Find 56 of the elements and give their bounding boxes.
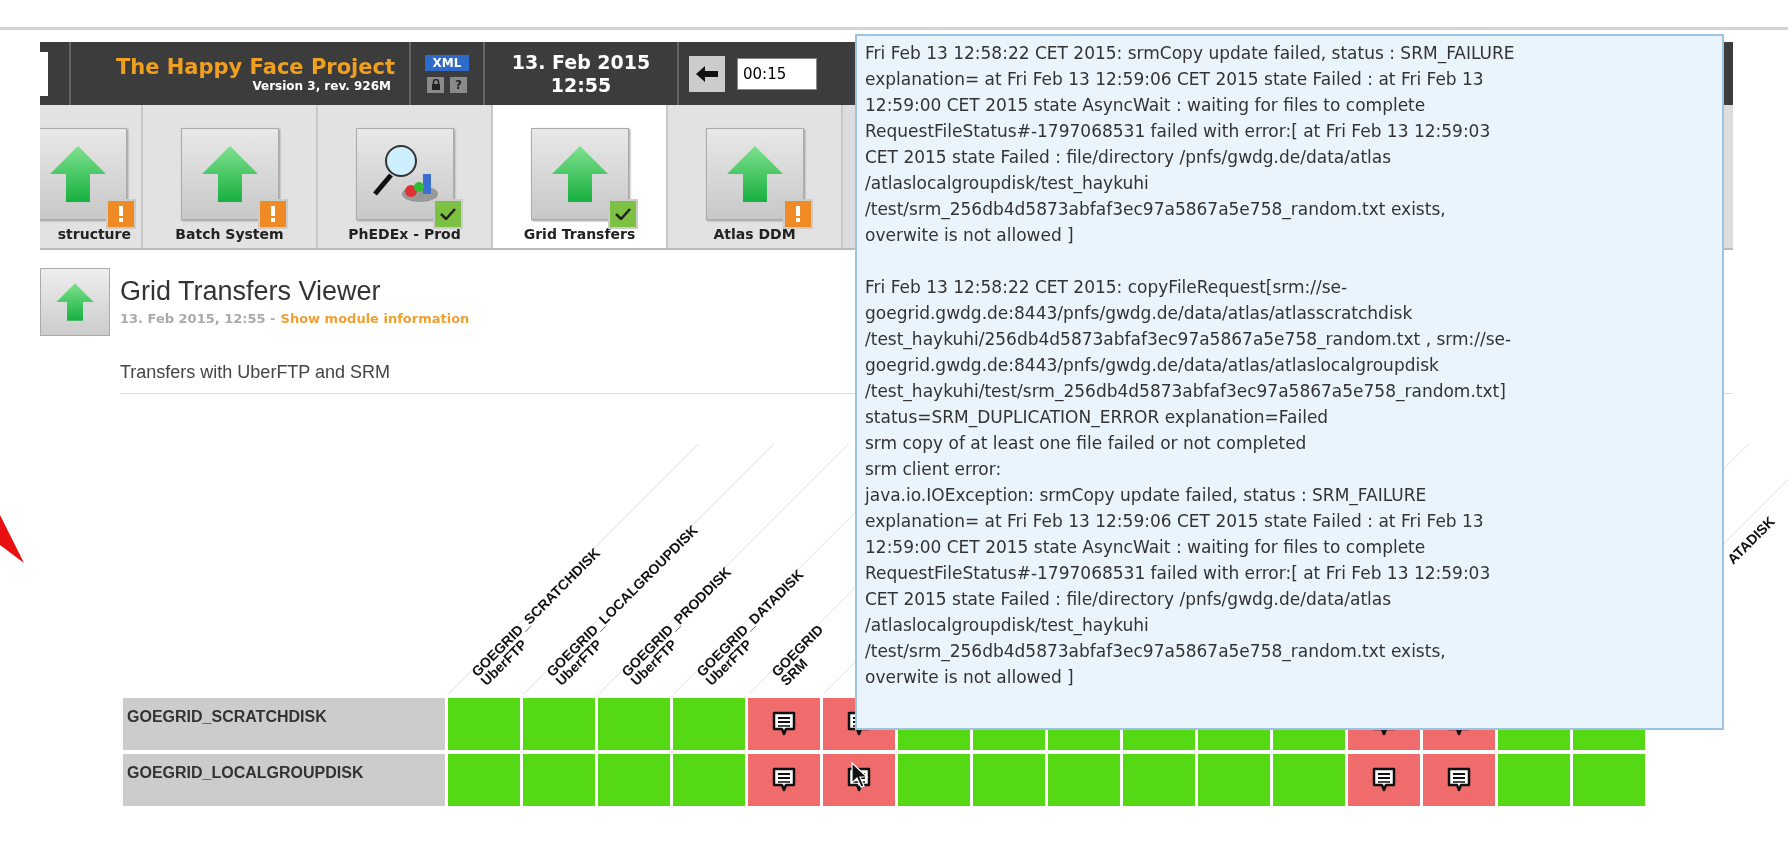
status-cell[interactable] [748,754,820,806]
status-cell[interactable] [1123,754,1195,806]
row-header: GOEGRID_LOCALGROUPDISK [123,754,445,806]
help-button[interactable]: ? [450,76,467,93]
status-cell[interactable] [598,698,670,750]
xml-link[interactable]: XML [424,54,470,71]
status-cell[interactable] [598,754,670,806]
module-title: Grid Transfers Viewer [120,276,382,307]
module-tab[interactable]: Atlas DDM [668,105,843,248]
input-field[interactable] [40,51,48,96]
status-cell[interactable] [1273,754,1345,806]
back-button[interactable] [689,55,725,92]
check-icon [439,208,456,220]
up-arrow-icon [48,144,108,204]
app-title: The Happy Face Project [115,54,395,79]
status-cell[interactable] [898,754,970,806]
cursor-icon [851,762,869,788]
time-label: 12:55 [550,73,612,97]
lock-button[interactable] [427,76,444,93]
status-cell[interactable] [823,754,895,806]
lock-icon [430,79,441,90]
warning-icon [794,206,801,222]
status-cell[interactable] [1198,754,1270,806]
status-cell[interactable] [523,698,595,750]
status-cell[interactable] [1348,754,1420,806]
check-icon [614,208,631,220]
error-message: Fri Feb 13 12:58:22 CET 2015: srmCopy update failed, status : SRM_FAILURE explanation= at Fri Feb 13 12:59:06 CET 2015 state Failed : at Fri Feb 13 12:59:00 CET 2015 state AsyncWait : waiting for files to complete RequestFileStatus#-1797068531 failed with error:[ at Fri Feb 13 12:59:03 CET 2015 state Failed : file/directory /pnfs/gwdg.de/data/atlas /atlaslocalgroupdisk/test_haykuhi /test/srm_256db4d5873abfaf3ec97a5867a5e758_random.txt exists, overwite is not allowed ] [865,42,1516,247]
row-header: GOEGRID_SCRATCHDISK [123,698,445,750]
status-cell[interactable] [1423,754,1495,806]
status-cell[interactable] [448,698,520,750]
status-cell[interactable] [448,754,520,806]
status-cell[interactable] [748,698,820,750]
time-field[interactable]: 00:15 [737,57,817,90]
status-cell[interactable] [1048,754,1120,806]
status-cell[interactable] [673,698,745,750]
status-cell[interactable] [673,754,745,806]
comment-icon[interactable] [771,767,797,793]
up-arrow-icon [55,282,95,322]
comment-icon[interactable] [1371,767,1397,793]
pointer-arrow [0,515,26,565]
status-cell[interactable] [1498,754,1570,806]
module-tab[interactable]: Grid Transfers [493,105,668,248]
warning-icon [269,206,276,222]
left-arrow-icon [696,65,718,82]
comment-icon[interactable] [1446,767,1472,793]
status-cell[interactable] [1573,754,1645,806]
module-timestamp: 13. Feb 2015, 12:55 - [120,311,276,326]
comment-icon[interactable] [771,711,797,737]
module-tab[interactable]: structure [40,105,143,248]
date-label: 13. Feb 2015 [511,50,651,74]
warning-icon [118,206,124,222]
module-tab[interactable]: Batch System [143,105,318,248]
status-cell[interactable] [973,754,1045,806]
version-label: Version 3, rev. 926M [252,78,391,93]
status-cell[interactable] [523,754,595,806]
module-tab[interactable]: PhEDEx - Prod [318,105,493,248]
